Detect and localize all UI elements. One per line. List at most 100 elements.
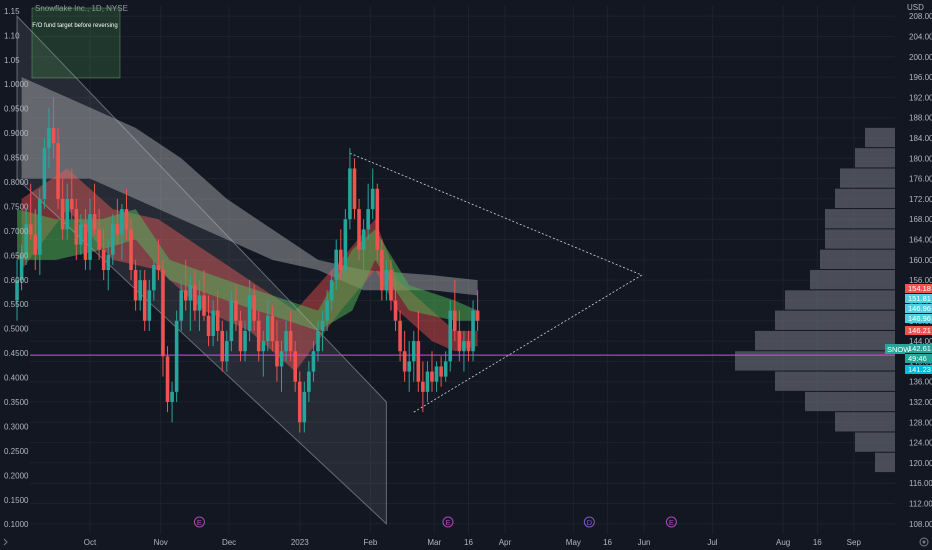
volume-profile-bar: [840, 168, 895, 188]
candle-body: [302, 391, 307, 423]
left-tick-label: 0.1000: [4, 520, 29, 529]
left-tick-label: 1.05: [4, 56, 20, 65]
right-tick-label: 132.00: [909, 398, 932, 407]
candle-body: [348, 168, 352, 220]
right-tick-label: 108.00: [909, 520, 932, 529]
candle-body: [147, 290, 152, 321]
right-tick-label: 172.00: [909, 195, 932, 204]
right-tick-label: 160.00: [909, 256, 932, 265]
time-tick-label: May: [566, 538, 581, 547]
candle-body: [161, 270, 165, 357]
event-marker-label: E: [197, 518, 202, 527]
candle-body: [120, 209, 124, 235]
candle-body: [329, 280, 334, 301]
left-tick-label: 0.5500: [4, 300, 29, 309]
event-marker-label: E: [669, 518, 674, 527]
candle-body: [56, 143, 60, 199]
candle-body: [279, 351, 284, 367]
candle-body: [65, 198, 69, 230]
time-tick-label: Nov: [154, 538, 168, 547]
event-marker-label: E: [445, 518, 450, 527]
candle-body: [42, 148, 47, 199]
candle-body: [225, 341, 229, 362]
candle-body: [462, 341, 466, 352]
candle-body: [325, 300, 329, 321]
volume-profile-bar: [775, 310, 895, 330]
volume-profile-bar: [805, 391, 895, 412]
candle-body: [434, 366, 439, 382]
candle-body: [457, 330, 462, 352]
candle-body: [243, 330, 247, 352]
candle-body: [366, 209, 370, 230]
candle-body: [398, 320, 402, 352]
candle-body: [79, 224, 83, 245]
candle-body: [211, 310, 215, 336]
time-tick-label: 2023: [291, 538, 309, 547]
volume-profile-bar: [820, 249, 895, 269]
price-chart[interactable]: 1.15 1.10 1.05 1.0000 0.9500 0.9000 0.8500 0.80…: [0, 0, 932, 550]
candle-body: [293, 351, 297, 382]
volume-profile-bar: [855, 432, 895, 452]
candle-body: [174, 320, 179, 392]
candle-body: [266, 315, 270, 342]
time-tick-label: Apr: [499, 538, 512, 547]
candle-body: [439, 366, 443, 377]
left-tick-label: 0.1500: [4, 496, 29, 505]
candle-body: [448, 310, 453, 362]
time-tick-label: Jun: [638, 538, 651, 547]
left-tick-label: 0.4500: [4, 349, 29, 358]
candle-body: [270, 315, 275, 342]
candle-body: [411, 341, 416, 362]
right-tick-label: 176.00: [909, 175, 932, 184]
left-tick-label: 1.10: [4, 31, 20, 40]
candle-body: [83, 224, 88, 260]
candle-body: [361, 229, 366, 250]
time-tick-label: Feb: [364, 538, 378, 547]
candle-body: [152, 264, 156, 291]
candle-body: [375, 188, 380, 250]
candle-body: [193, 285, 197, 311]
candle-body: [247, 295, 252, 331]
time-tick-label: 16: [603, 538, 612, 547]
annotation-box[interactable]: [31, 7, 121, 79]
price-label: 142.61: [908, 344, 931, 353]
volume-profile-bar: [735, 351, 895, 371]
price-label: 146.96: [908, 314, 931, 323]
left-tick-label: 1.15: [4, 7, 20, 16]
right-tick-label: 188.00: [909, 114, 932, 123]
candle-body: [238, 320, 243, 352]
candle-body: [430, 371, 434, 382]
candle-body: [380, 249, 384, 291]
right-tick-label: 116.00: [909, 479, 932, 488]
candle-body: [88, 214, 92, 260]
right-tick-label: 124.00: [909, 439, 932, 448]
candle-body: [284, 330, 288, 352]
volume-profile-bar: [775, 371, 895, 391]
candle-body: [320, 320, 325, 331]
candle-body: [443, 361, 448, 377]
candle-body: [69, 198, 74, 210]
candle-body: [179, 290, 183, 321]
right-tick-label: 164.00: [909, 236, 932, 245]
left-tick-label: 0.3000: [4, 422, 29, 431]
candle-body: [165, 356, 170, 402]
candle-body: [129, 229, 133, 270]
time-tick-label: Dec: [222, 538, 236, 547]
candle-body: [311, 351, 316, 372]
candle-body: [288, 330, 293, 352]
candle-body: [370, 188, 375, 210]
annotation-text: F/O fund target before reversing: [32, 23, 117, 29]
candle-body: [220, 330, 225, 362]
left-tick-label: 0.8000: [4, 178, 29, 187]
candle-body: [384, 270, 389, 291]
candle-body: [466, 341, 471, 352]
candle-body: [197, 295, 202, 311]
candle-body: [28, 224, 33, 235]
candle-body: [138, 280, 142, 301]
candle-body: [215, 310, 220, 331]
candle-body: [389, 270, 393, 301]
candle-body: [92, 214, 97, 230]
time-tick-label: 16: [813, 538, 822, 547]
candle-body: [475, 310, 480, 321]
candle-body: [352, 168, 357, 210]
